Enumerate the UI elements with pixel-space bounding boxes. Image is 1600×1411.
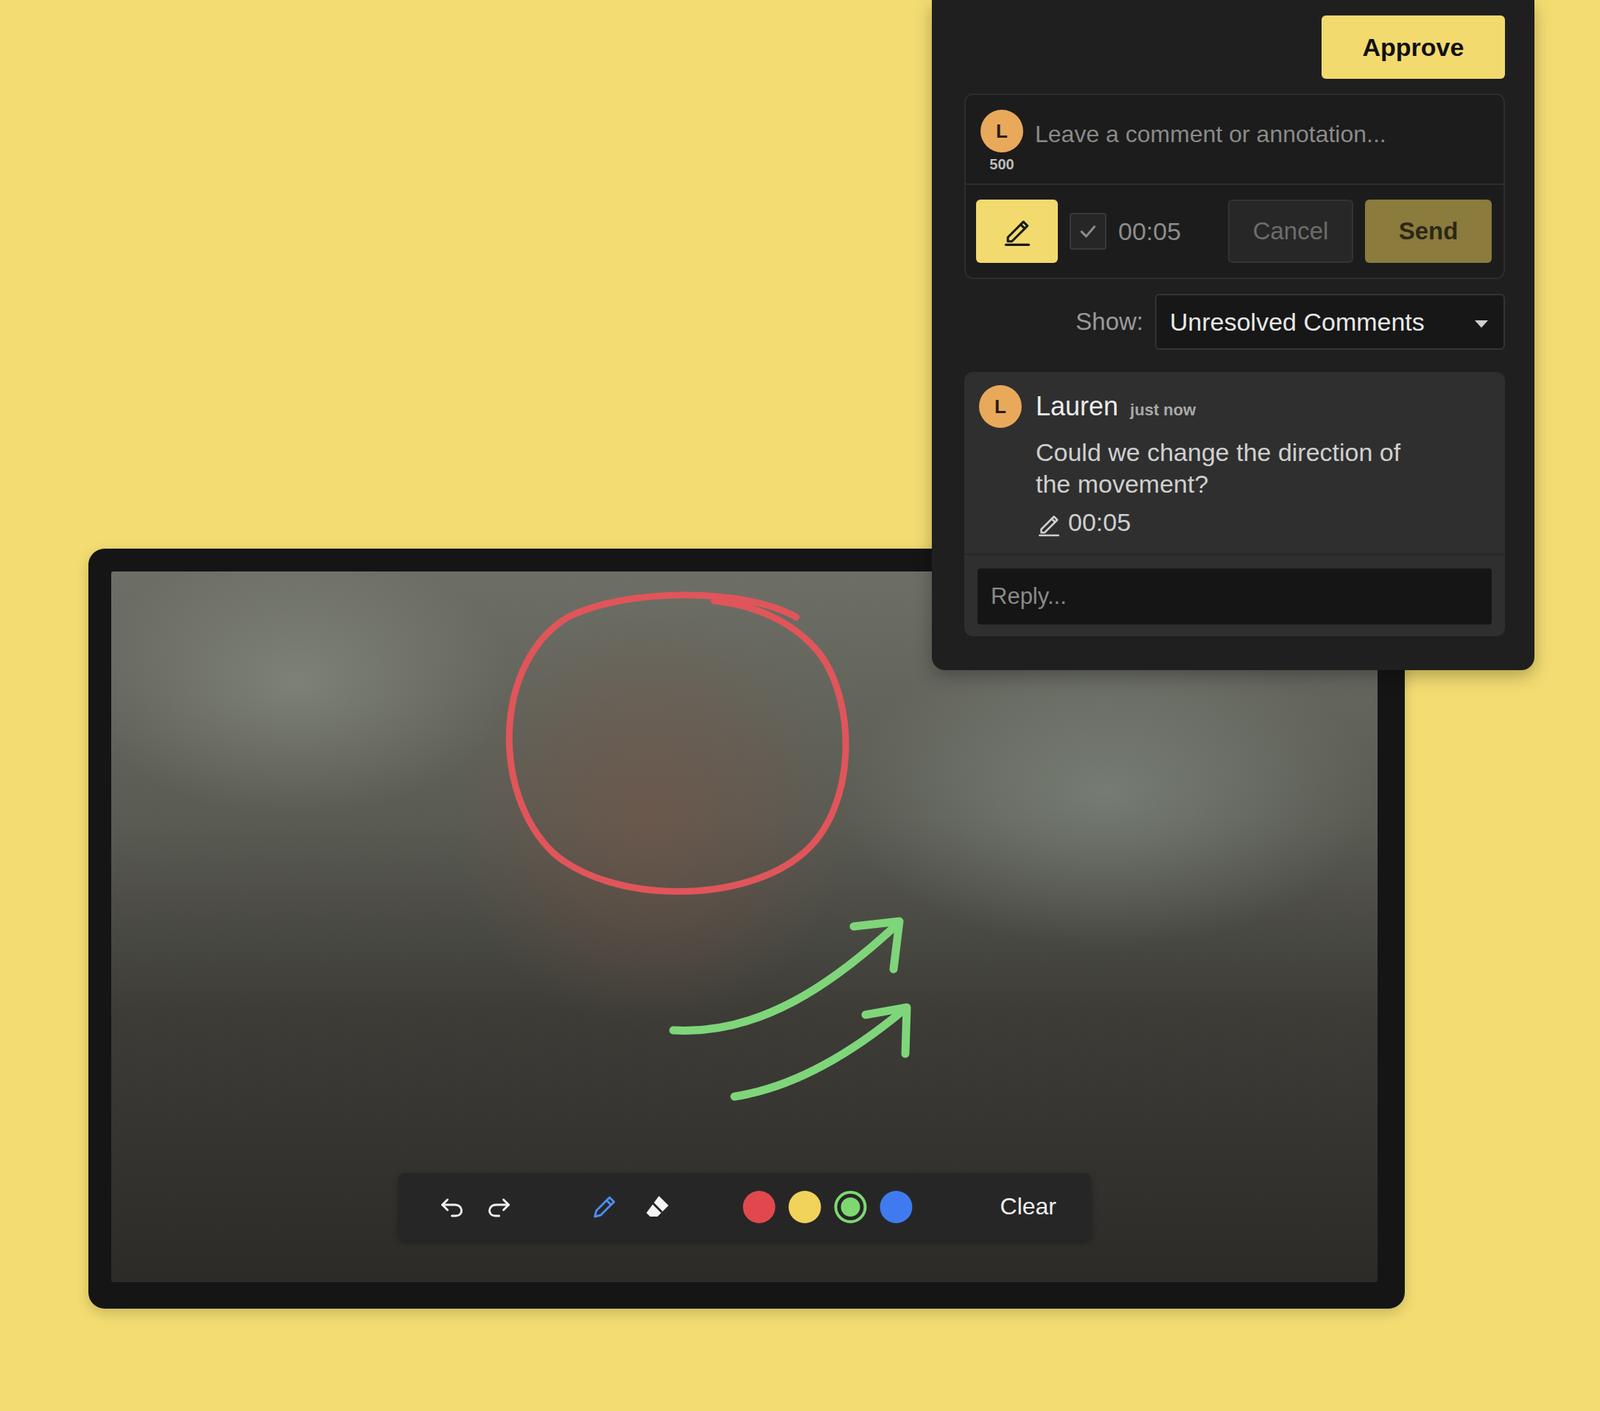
user-avatar: L: [980, 109, 1024, 153]
comment-text: Could we change the direction of the mov…: [1035, 436, 1412, 501]
comment-list: L Lauren just now Could we change the direc…: [964, 372, 1505, 637]
color-group: [742, 1191, 912, 1224]
draw-button[interactable]: [976, 199, 1058, 263]
filter-label: Show:: [1075, 303, 1144, 341]
annotation-stroke: [509, 595, 846, 893]
pencil-icon: [1035, 507, 1063, 538]
color-swatch[interactable]: [833, 1191, 867, 1224]
redo-icon[interactable]: [483, 1192, 514, 1223]
annotation-stroke: [734, 1010, 904, 1097]
color-swatch[interactable]: [742, 1191, 775, 1224]
video-frame[interactable]: Clear: [111, 571, 1378, 1283]
undo-icon[interactable]: [436, 1192, 467, 1223]
eraser-icon[interactable]: [642, 1192, 672, 1223]
send-button[interactable]: Send: [1365, 199, 1492, 263]
arrow-annotation[interactable]: [734, 1007, 907, 1097]
comment-panel: Approve L 500 00:05 Cancel Send Show: Un…: [931, 0, 1535, 671]
caret-down-icon: [1474, 307, 1489, 338]
timestamp-text: 00:05: [1068, 507, 1131, 538]
comment-input[interactable]: [1034, 116, 1489, 152]
reply-input[interactable]: [977, 568, 1492, 625]
approve-button[interactable]: Approve: [1321, 15, 1505, 79]
author-name: Lauren: [1035, 390, 1119, 423]
character-count: 500: [989, 156, 1014, 172]
drawing-toolbar: Clear: [398, 1173, 1091, 1241]
clear-button[interactable]: Clear: [995, 1189, 1061, 1224]
timestamp-label: 00:05: [1118, 216, 1181, 247]
annotation-stroke: [853, 921, 900, 970]
pencil-icon: [1001, 215, 1034, 248]
filter-value: Unresolved Comments: [1169, 307, 1425, 338]
filter-dropdown[interactable]: Unresolved Comments: [1155, 293, 1505, 350]
comment-timestamp[interactable]: 00:05: [1035, 507, 1491, 538]
annotation-stroke: [865, 1007, 907, 1055]
comment-card: L Lauren just now Could we change the direc…: [964, 372, 1505, 637]
tool-group: [589, 1192, 672, 1223]
comment-composer: L 500 00:05 Cancel Send: [964, 93, 1505, 280]
user-avatar-block: L 500: [980, 109, 1024, 172]
comment-time: just now: [1130, 397, 1196, 423]
color-swatch[interactable]: [879, 1191, 912, 1224]
pen-icon[interactable]: [589, 1192, 619, 1223]
circle-annotation[interactable]: [509, 595, 846, 893]
color-swatch[interactable]: [788, 1191, 821, 1224]
cancel-button[interactable]: Cancel: [1227, 199, 1354, 263]
author-avatar: L: [979, 385, 1022, 428]
timestamp-checkbox[interactable]: [1069, 212, 1107, 250]
